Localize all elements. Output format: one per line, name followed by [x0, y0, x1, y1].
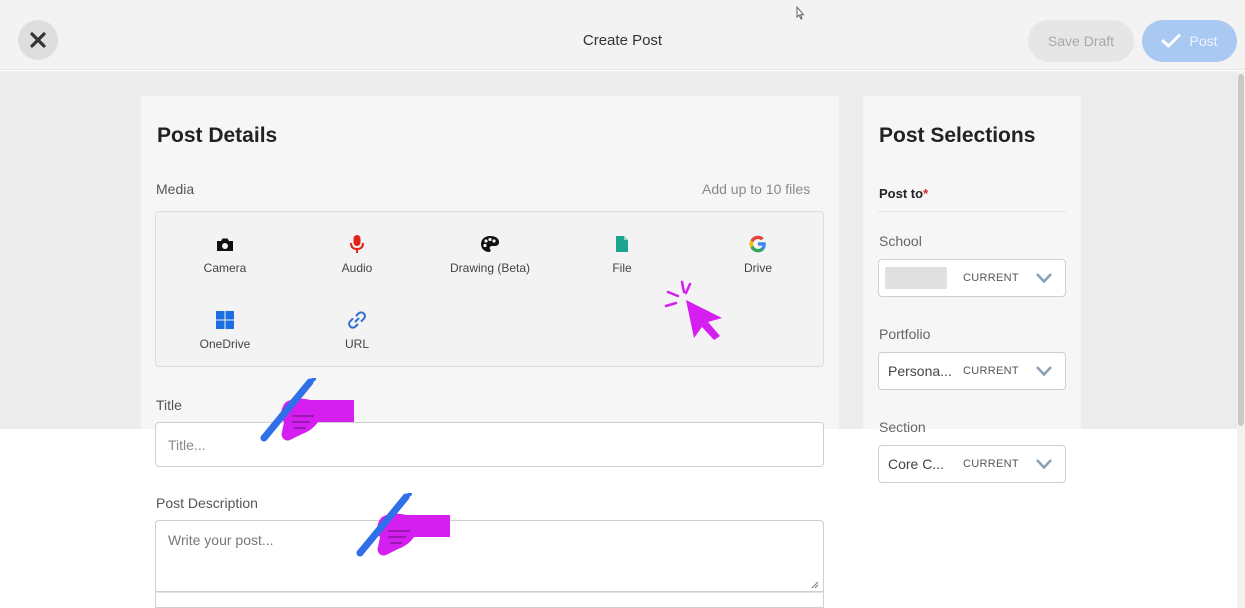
chevron-down-icon [1036, 459, 1052, 470]
post-selections-title: Post Selections [879, 124, 1036, 147]
media-audio-label: Audio [341, 261, 373, 275]
media-drive-label: Drive [743, 261, 772, 275]
google-drive-icon [749, 235, 766, 253]
onedrive-icon [216, 311, 234, 329]
media-camera-label: Camera [203, 261, 247, 275]
school-current-badge: CURRENT [963, 272, 1019, 284]
title-placeholder: Title... [168, 436, 206, 453]
description-label: Post Description [156, 495, 258, 511]
portfolio-value: Persona... [888, 363, 952, 379]
resize-handle-icon[interactable] [811, 581, 819, 589]
media-audio[interactable]: Audio [302, 231, 412, 275]
description-toolbar [155, 592, 824, 608]
media-drawing-label: Drawing (Beta) [449, 261, 531, 275]
divider [878, 211, 1066, 212]
section-select[interactable]: Core C... CURRENT [878, 445, 1066, 483]
media-camera[interactable]: Camera [170, 231, 280, 275]
media-file[interactable]: File [567, 231, 677, 275]
click-pointer-icon [664, 280, 722, 340]
scrollbar-thumb[interactable] [1238, 74, 1244, 426]
chevron-down-icon [1036, 366, 1052, 377]
portfolio-current-badge: CURRENT [963, 365, 1019, 377]
link-icon [348, 311, 366, 329]
mouse-cursor-icon [796, 6, 805, 20]
file-icon [616, 236, 628, 252]
media-drive[interactable]: Drive [703, 231, 813, 275]
required-mark: * [923, 186, 929, 201]
save-draft-button[interactable]: Save Draft [1028, 20, 1134, 62]
section-label: Section [879, 419, 926, 435]
media-url[interactable]: URL [302, 307, 412, 351]
media-onedrive[interactable]: OneDrive [170, 307, 280, 351]
school-label: School [879, 233, 922, 249]
school-select[interactable]: CURRENT [878, 259, 1066, 297]
media-drawing[interactable]: Drawing (Beta) [435, 231, 545, 275]
post-button-label: Post [1189, 33, 1218, 49]
portfolio-select[interactable]: Persona... CURRENT [878, 352, 1066, 390]
post-to-label: Post to* [879, 186, 929, 201]
school-value-redacted [885, 267, 947, 289]
media-file-label: File [612, 261, 632, 275]
check-icon [1161, 34, 1181, 48]
section-value: Core C... [888, 456, 945, 472]
title-label: Title [156, 397, 182, 413]
camera-icon [217, 238, 233, 251]
post-button[interactable]: Post [1142, 20, 1237, 62]
description-textarea[interactable]: Write your post... [155, 520, 824, 592]
microphone-icon [350, 235, 364, 253]
media-onedrive-label: OneDrive [199, 337, 251, 351]
chevron-down-icon [1036, 273, 1052, 284]
media-hint: Add up to 10 files [702, 181, 811, 197]
post-details-title: Post Details [157, 124, 278, 147]
section-current-badge: CURRENT [963, 458, 1019, 470]
media-url-label: URL [344, 337, 369, 351]
portfolio-label: Portfolio [879, 326, 931, 342]
media-label: Media [156, 181, 195, 197]
top-bar: Create Post Save Draft Post [0, 0, 1245, 70]
title-input[interactable]: Title... [155, 422, 824, 467]
palette-icon [481, 236, 499, 252]
writing-hand-icon [356, 493, 450, 557]
description-placeholder: Write your post... [168, 532, 274, 548]
writing-hand-icon [260, 378, 354, 442]
